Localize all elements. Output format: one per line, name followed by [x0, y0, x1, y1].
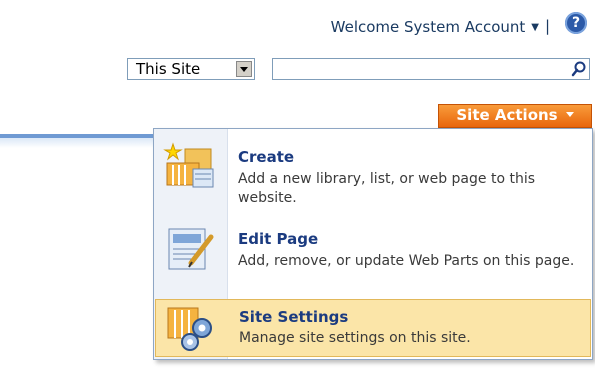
menu-item-site-settings[interactable]: Site Settings Manage site settings on th…	[155, 299, 591, 357]
search-scope-value: This Site	[136, 60, 201, 78]
dropdown-arrow-icon[interactable]	[236, 61, 252, 77]
search-scope-select[interactable]: This Site	[127, 58, 255, 80]
header-separator: |	[544, 17, 550, 35]
menu-item-title: Create	[238, 148, 295, 166]
edit-page-icon	[163, 223, 223, 273]
menu-item-edit-page[interactable]: Edit Page Add, remove, or update Web Par…	[155, 217, 591, 289]
create-icon	[163, 141, 223, 191]
menu-item-description: Add, remove, or update Web Parts on this…	[238, 253, 575, 269]
welcome-menu[interactable]: Welcome System Account ▼	[331, 18, 539, 36]
menu-item-title: Site Settings	[239, 308, 349, 326]
site-settings-icon	[164, 304, 224, 354]
chevron-down-icon: ▼	[531, 22, 539, 33]
site-actions-button[interactable]: Site Actions	[438, 104, 592, 128]
menu-item-create[interactable]: Create Add a new library, list, or web p…	[155, 135, 591, 207]
site-actions-label: Site Actions	[456, 106, 558, 124]
search-input[interactable]	[277, 60, 561, 81]
menu-item-title: Edit Page	[238, 230, 319, 248]
menu-item-description: Manage site settings on this site.	[239, 330, 471, 346]
search-box[interactable]	[272, 58, 590, 81]
help-icon[interactable]: ?	[565, 12, 587, 34]
search-icon[interactable]	[570, 60, 588, 78]
chevron-down-icon	[565, 112, 574, 117]
site-actions-menu: Create Add a new library, list, or web p…	[153, 128, 593, 360]
welcome-label: Welcome System Account	[330, 18, 526, 36]
menu-item-description: Add a new library, list, or web page to …	[238, 171, 536, 206]
top-bar: Welcome System Account ▼ | ?	[0, 0, 595, 48]
page-header-strip	[0, 138, 155, 148]
